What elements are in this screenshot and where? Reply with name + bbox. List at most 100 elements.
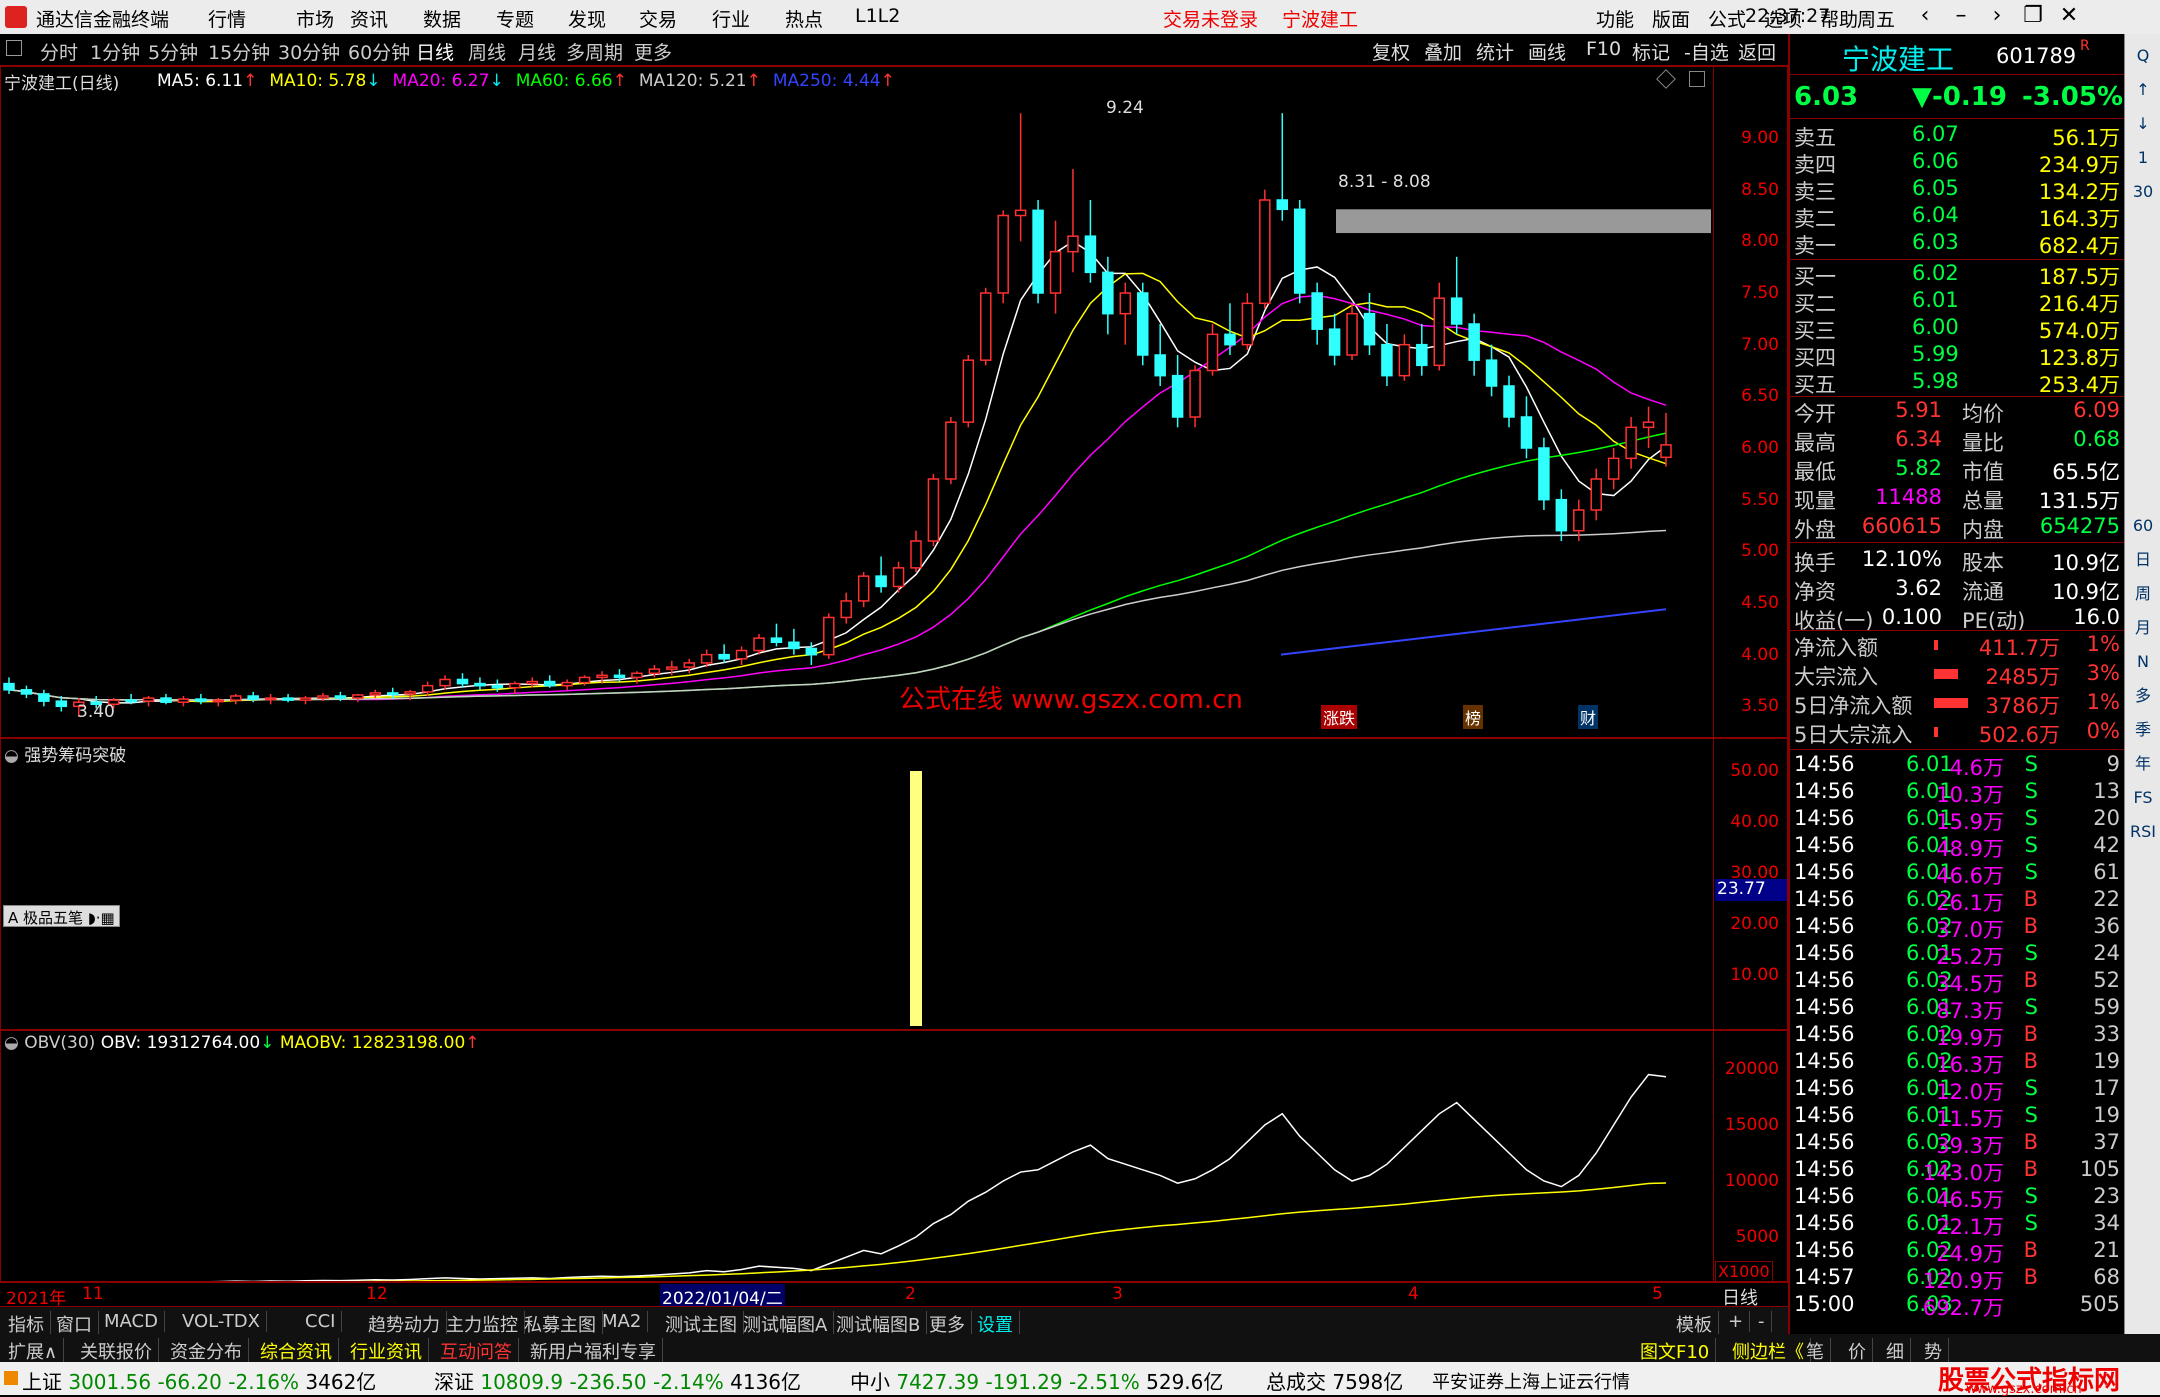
sidebar-item-14[interactable]: RSI: [2129, 818, 2157, 846]
bottom-right-2[interactable]: 笔: [1800, 1338, 1831, 1364]
toolbar-btn-7[interactable]: 返回: [1738, 38, 1776, 65]
indicator-tab-4[interactable]: CCI: [299, 1311, 343, 1332]
sidebar-item-4[interactable]: 30: [2129, 178, 2157, 206]
toolbar-btn-4[interactable]: F10: [1586, 38, 1621, 60]
sidebar-item-11[interactable]: 季: [2129, 716, 2157, 744]
ask-row-0[interactable]: 卖五 6.07 56.1万: [1794, 122, 2120, 150]
menu-5[interactable]: 发现: [568, 5, 606, 32]
sidebar-item-3[interactable]: 1: [2129, 144, 2157, 172]
period-tab-10[interactable]: 更多: [634, 38, 672, 65]
ask-row-4[interactable]: 卖一 6.03 682.4万: [1794, 230, 2120, 258]
indicator-right-2[interactable]: -: [1752, 1311, 1772, 1332]
sidebar-item-13[interactable]: FS: [2129, 784, 2157, 812]
obv-panel[interactable]: ◒ OBV(30) OBV: 19312764.00↓ MAOBV: 12823…: [0, 1030, 1788, 1282]
tick-side: B: [2023, 1130, 2038, 1154]
candlestick-chart[interactable]: 9.24 8.31 - 8.08 3.40: [1, 67, 1711, 737]
market-icon[interactable]: [4, 1371, 18, 1385]
menu-1[interactable]: 市场: [296, 5, 334, 32]
right-menu-1[interactable]: 版面: [1652, 5, 1690, 32]
sh-label[interactable]: 上证: [22, 1370, 62, 1394]
bottom-link-2[interactable]: 资金分布: [164, 1338, 249, 1364]
right-menu-0[interactable]: 功能: [1596, 5, 1634, 32]
menu-4[interactable]: 专题: [496, 5, 534, 32]
sz-label[interactable]: 深证: [434, 1370, 474, 1394]
bottom-link-3[interactable]: 综合资讯: [254, 1338, 339, 1364]
bid-row-2[interactable]: 买三 6.00 574.0万: [1794, 315, 2120, 343]
forward-arrow-icon[interactable]: ›: [1980, 3, 2014, 28]
period-tab-9[interactable]: 多周期: [566, 38, 623, 65]
zx-label[interactable]: 中小: [850, 1370, 890, 1394]
bottom-link-1[interactable]: 关联报价: [74, 1338, 159, 1364]
bid-row-0[interactable]: 买一 6.02 187.5万: [1794, 261, 2120, 289]
sidebar-item-8[interactable]: 月: [2129, 614, 2157, 642]
period-tab-1[interactable]: 1分钟: [90, 38, 140, 65]
tag-zhangdie[interactable]: 涨跌: [1321, 705, 1358, 729]
restore-icon[interactable]: ❐: [2016, 3, 2050, 28]
login-status[interactable]: 交易未登录: [1163, 5, 1258, 32]
bottom-link-5[interactable]: 互动问答: [434, 1338, 519, 1364]
period-tab-8[interactable]: 月线: [518, 38, 556, 65]
menu-6[interactable]: 交易: [639, 5, 677, 32]
indicator-tab-8[interactable]: MA2: [596, 1311, 649, 1332]
main-chart-panel[interactable]: 宁波建工(日线) MA5: 6.11↑ MA10: 5.78↓ MA20: 6.27…: [0, 66, 1788, 738]
sidebar-item-7[interactable]: 周: [2129, 580, 2157, 608]
sidebar-item-2[interactable]: ↓: [2129, 110, 2157, 138]
stat-value: 10.9亿: [2052, 551, 2120, 575]
indicator-right-1[interactable]: +: [1722, 1311, 1751, 1332]
ime-toolbar[interactable]: A 极品五笔 ◗·▦: [3, 905, 120, 927]
bottom-right-3[interactable]: 价: [1842, 1338, 1873, 1364]
bottom-link-6[interactable]: 新用户福利专享: [524, 1338, 663, 1364]
sidebar-item-10[interactable]: 多: [2129, 682, 2157, 710]
menu-9[interactable]: L1L2: [855, 5, 900, 27]
close-icon[interactable]: ✕: [2052, 3, 2086, 28]
menu-8[interactable]: 热点: [785, 5, 823, 32]
toolbar-btn-0[interactable]: 复权: [1372, 38, 1410, 65]
period-tab-3[interactable]: 15分钟: [208, 38, 270, 65]
bottom-link-0[interactable]: 扩展∧: [2, 1338, 65, 1364]
toolbar-btn-1[interactable]: 叠加: [1424, 38, 1462, 65]
back-arrow-icon[interactable]: ‹: [1908, 3, 1942, 28]
right-menu-2[interactable]: 公式: [1708, 5, 1746, 32]
period-tab-0[interactable]: 分时: [40, 38, 78, 65]
panel2-chart[interactable]: [1, 739, 1711, 1029]
toolbar-btn-6[interactable]: -自选: [1684, 38, 1729, 65]
bottom-right-4[interactable]: 细: [1880, 1338, 1911, 1364]
menu-2[interactable]: 资讯: [350, 5, 388, 32]
bottom-right-0[interactable]: 图文F10: [1634, 1338, 1717, 1364]
panel-toggle-icon[interactable]: [6, 40, 22, 56]
period-tab-7[interactable]: 周线: [468, 38, 506, 65]
toolbar-btn-2[interactable]: 统计: [1476, 38, 1514, 65]
bid-row-4[interactable]: 买五 5.98 253.4万: [1794, 369, 2120, 397]
obv-chart[interactable]: [1, 1031, 1711, 1281]
sidebar-item-6[interactable]: 日: [2129, 546, 2157, 574]
ask-row-2[interactable]: 卖三 6.05 134.2万: [1794, 176, 2120, 204]
sidebar-item-5[interactable]: 60: [2129, 512, 2157, 540]
sidebar-item-1[interactable]: ↑: [2129, 76, 2157, 104]
tag-bang[interactable]: 榜: [1463, 705, 1484, 729]
tag-cai[interactable]: 财: [1578, 705, 1599, 729]
indicator-tab-3[interactable]: VOL-TDX: [176, 1311, 267, 1332]
bid-row-3[interactable]: 买四 5.99 123.8万: [1794, 342, 2120, 370]
sidebar-item-9[interactable]: N: [2129, 648, 2157, 676]
indicator-panel-2[interactable]: ◒ 强势筹码突破 50.00 40.00 30.00 20.00 10.00 23.77…: [0, 738, 1788, 1030]
minimize-icon[interactable]: –: [1944, 3, 1978, 28]
period-tab-4[interactable]: 30分钟: [278, 38, 340, 65]
indicator-tab-2[interactable]: MACD: [98, 1311, 165, 1332]
toolbar-btn-5[interactable]: 标记: [1632, 38, 1670, 65]
menu-0[interactable]: 行情: [208, 5, 246, 32]
menu-3[interactable]: 数据: [423, 5, 461, 32]
period-tab-2[interactable]: 5分钟: [148, 38, 198, 65]
bottom-right-1[interactable]: 侧边栏《: [1726, 1338, 1811, 1364]
price-range-box[interactable]: [1336, 209, 1711, 234]
ask-row-3[interactable]: 卖二 6.04 164.3万: [1794, 203, 2120, 231]
toolbar-btn-3[interactable]: 画线: [1528, 38, 1566, 65]
sidebar-item-0[interactable]: Q: [2129, 42, 2157, 70]
p2-tick-0: 50.00: [1730, 761, 1779, 781]
sidebar-item-12[interactable]: 年: [2129, 750, 2157, 778]
period-tab-6[interactable]: 日线: [416, 38, 454, 65]
bottom-link-4[interactable]: 行业资讯: [344, 1338, 429, 1364]
menu-7[interactable]: 行业: [712, 5, 750, 32]
ask-row-1[interactable]: 卖四 6.06 234.9万: [1794, 149, 2120, 177]
period-tab-5[interactable]: 60分钟: [348, 38, 410, 65]
bid-row-1[interactable]: 买二 6.01 216.4万: [1794, 288, 2120, 316]
